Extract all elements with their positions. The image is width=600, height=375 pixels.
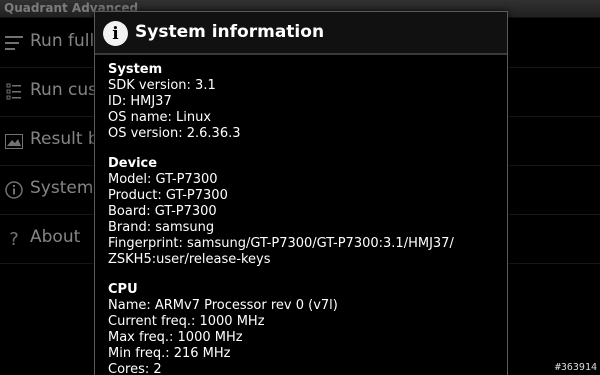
info-row: Brand: samsung bbox=[108, 220, 215, 235]
info-row: Model: GT-P7300 bbox=[108, 172, 218, 187]
section-system: System SDK version: 3.1 ID: HMJ37 OS nam… bbox=[108, 62, 498, 142]
system-information-dialog: i System information System SDK version:… bbox=[94, 11, 508, 375]
section-heading: CPU bbox=[108, 282, 138, 297]
section-cpu: CPU Name: ARMv7 Processor rev 0 (v7l) Cu… bbox=[108, 282, 498, 375]
dialog-header: i System information bbox=[95, 12, 507, 55]
section-heading: Device bbox=[108, 156, 158, 171]
info-row: Fingerprint: samsung/GT-P7300/GT-P7300:3… bbox=[108, 236, 454, 251]
info-row: ID: HMJ37 bbox=[108, 94, 172, 109]
info-row: ZSKH5:user/release-keys bbox=[108, 252, 271, 267]
section-heading: System bbox=[108, 62, 163, 77]
dialog-title: System information bbox=[135, 22, 325, 42]
info-row: Current freq.: 1000 MHz bbox=[108, 314, 265, 329]
section-device: Device Model: GT-P7300 Product: GT-P7300… bbox=[108, 156, 498, 268]
dialog-body[interactable]: System SDK version: 3.1 ID: HMJ37 OS nam… bbox=[108, 62, 498, 375]
info-row: Board: GT-P7300 bbox=[108, 204, 217, 219]
info-row: Max freq.: 1000 MHz bbox=[108, 330, 243, 345]
info-row: Cores: 2 bbox=[108, 362, 162, 375]
watermark-id: #363914 bbox=[554, 362, 597, 373]
info-row: SDK version: 3.1 bbox=[108, 78, 216, 93]
info-row: Product: GT-P7300 bbox=[108, 188, 228, 203]
info-row: Name: ARMv7 Processor rev 0 (v7l) bbox=[108, 298, 338, 313]
info-icon: i bbox=[103, 21, 128, 46]
info-row: Min freq.: 216 MHz bbox=[108, 346, 231, 361]
info-row: OS name: Linux bbox=[108, 110, 212, 125]
info-row: OS version: 2.6.36.3 bbox=[108, 126, 241, 141]
